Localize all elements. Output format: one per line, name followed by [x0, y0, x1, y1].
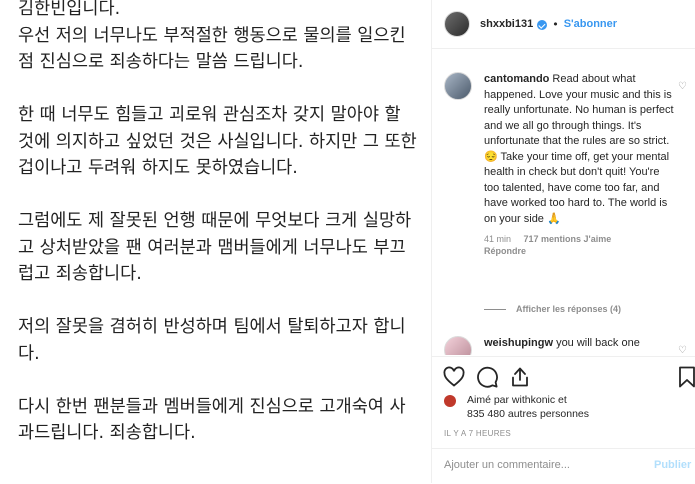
likes-text: Aimé par withkonic et 835 480 autres per… — [467, 393, 687, 421]
post-timestamp[interactable]: IL Y A 7 HEURES — [444, 429, 511, 438]
post-header: shxxbi131 • S'abonner — [432, 0, 695, 49]
comment-body: cantomando Read about what happened. Love… — [484, 72, 674, 257]
likes-line-2: 835 480 autres personnes — [467, 408, 590, 420]
reply-button[interactable]: Répondre — [484, 246, 526, 256]
commenter-avatar[interactable] — [444, 336, 472, 355]
bookmark-icon[interactable] — [675, 365, 695, 389]
view-replies-button[interactable]: Afficher les réponses (4) — [484, 304, 621, 314]
author-username[interactable]: shxxbi131 — [480, 18, 533, 30]
verified-icon — [537, 20, 548, 30]
likes-line-1: Aimé par withkonic et — [467, 394, 567, 406]
comment-username[interactable]: cantomando — [484, 73, 549, 85]
comment-username[interactable]: weishupingw — [484, 337, 553, 349]
add-comment-bar: Ajouter un commentaire... Publier — [432, 448, 695, 484]
comment-body: weishupingw you will back one — [484, 336, 674, 352]
comment-like-icon[interactable]: ♡ — [678, 82, 688, 92]
replies-divider — [484, 309, 506, 311]
heart-icon[interactable] — [442, 365, 466, 389]
comment-likes[interactable]: 717 mentions J'aime — [524, 234, 612, 244]
post-side-panel: shxxbi131 • S'abonner cantomando Read abo… — [432, 0, 695, 483]
liker-avatar — [444, 395, 456, 407]
share-icon[interactable] — [508, 365, 532, 389]
post-image: 김한빈입니다. 우선 저의 너무나도 부적절한 행동으로 물의를 일으킨 점 진… — [0, 0, 432, 483]
post-text: 김한빈입니다. 우선 저의 너무나도 부적절한 행동으로 물의를 일으킨 점 진… — [18, 0, 417, 443]
comments-list[interactable]: cantomando Read about what happened. Love… — [432, 49, 695, 355]
comment-like-icon[interactable]: ♡ — [678, 346, 688, 356]
view-replies-label: Afficher les réponses (4) — [516, 304, 622, 314]
comment-input[interactable]: Ajouter un commentaire... — [444, 459, 570, 471]
comment-time[interactable]: 41 min — [484, 234, 511, 244]
comment-icon[interactable] — [475, 365, 499, 389]
separator: • — [552, 17, 559, 31]
publish-button[interactable]: Publier — [654, 459, 691, 471]
commenter-avatar[interactable] — [444, 72, 472, 100]
action-bar — [432, 356, 695, 393]
comment-meta: 41 min 717 mentions J'aime Répondre — [484, 233, 674, 257]
follow-button[interactable]: S'abonner — [564, 18, 617, 30]
comment-text: you will back one — [556, 337, 640, 349]
author-avatar[interactable] — [444, 11, 470, 37]
comment-text: Read about what happened. Love your musi… — [484, 73, 674, 225]
